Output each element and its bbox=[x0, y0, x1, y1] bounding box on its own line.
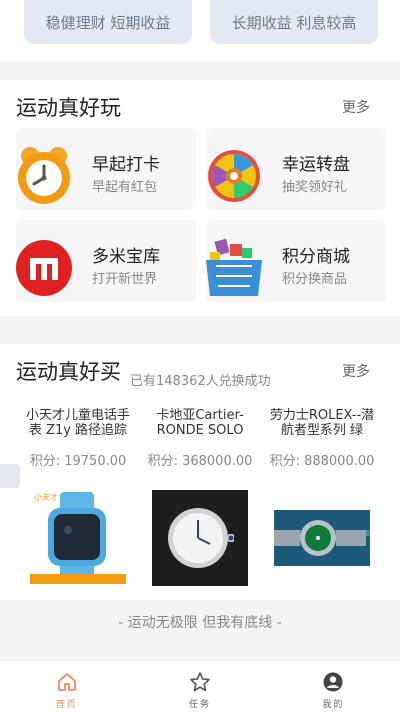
product-item[interactable]: 卡地亚Cartier-RONDE SOLO 积分: 368000.00 bbox=[144, 408, 256, 586]
alarm-clock-icon bbox=[18, 147, 70, 204]
treasure-logo-icon bbox=[16, 240, 72, 296]
product-name: 卡地亚Cartier-RONDE SOLO bbox=[156, 408, 244, 438]
card-title: 幸运转盘 bbox=[282, 155, 350, 175]
footer-slogan: - 运动无极限 但我有底线 - bbox=[118, 615, 282, 631]
product-name: 劳力士ROLEX--潜航者型系列 绿 bbox=[269, 408, 375, 438]
star-icon bbox=[190, 672, 210, 692]
card-title: 多米宝库 bbox=[92, 247, 160, 267]
play-section: 运动真好玩 更多 早起打卡 早起有红包 幸运转盘 抽奖领好礼 多米宝库 打开新世… bbox=[0, 80, 400, 316]
card-subtitle: 早起有红包 bbox=[92, 180, 158, 195]
card-title: 早起打卡 bbox=[92, 155, 160, 175]
product-points: 积分: 888000.00 bbox=[269, 454, 375, 469]
card-title: 积分商城 bbox=[282, 247, 350, 267]
tab-home[interactable]: 首页 bbox=[0, 661, 133, 714]
kids-watch-image: 小天才 bbox=[30, 490, 126, 586]
finance-strip: 稳健理财 短期收益 长期收益 利息较高 bbox=[0, 0, 400, 62]
exchange-count: 已有148362人兑换成功 bbox=[130, 374, 271, 389]
play-section-title: 运动真好玩 bbox=[16, 96, 121, 120]
buy-section-title: 运动真好买 bbox=[16, 360, 121, 384]
profile-icon bbox=[323, 672, 343, 692]
gift-basket-icon bbox=[206, 238, 262, 296]
tab-label: 首页 bbox=[55, 700, 78, 710]
tab-label: 任务 bbox=[188, 700, 211, 710]
side-float-tab[interactable] bbox=[0, 464, 20, 488]
play-more-link[interactable]: 更多 bbox=[342, 97, 370, 117]
card-subtitle: 抽奖领好礼 bbox=[282, 180, 348, 195]
product-name: 小天才儿童电话手表 Z1y 路径追踪 bbox=[25, 408, 130, 438]
card-lucky-wheel[interactable]: 幸运转盘 抽奖领好礼 bbox=[206, 128, 386, 210]
tab-profile[interactable]: 我的 bbox=[267, 661, 400, 714]
rolex-watch-image bbox=[274, 490, 370, 586]
card-subtitle: 打开新世界 bbox=[92, 272, 158, 287]
home-icon bbox=[57, 673, 76, 691]
tab-label: 我的 bbox=[322, 700, 345, 710]
finance-card-longterm[interactable]: 长期收益 利息较高 bbox=[210, 0, 378, 44]
tab-tasks[interactable]: 任务 bbox=[133, 661, 266, 714]
product-points: 积分: 19750.00 bbox=[29, 454, 127, 469]
finance-card-stable[interactable]: 稳健理财 短期收益 bbox=[24, 0, 192, 44]
card-morning-checkin[interactable]: 早起打卡 早起有红包 bbox=[16, 128, 196, 210]
svg-text:小天才: 小天才 bbox=[34, 492, 58, 502]
card-points-mall[interactable]: 积分商城 积分换商品 bbox=[206, 220, 386, 302]
product-item[interactable]: 劳力士ROLEX--潜航者型系列 绿 积分: 888000.00 bbox=[266, 408, 378, 586]
cartier-watch-image bbox=[152, 490, 248, 586]
bottom-tabbar: 首页 任务 我的 bbox=[0, 660, 400, 714]
card-subtitle: 积分换商品 bbox=[282, 272, 348, 287]
buy-section: 运动真好买 已有148362人兑换成功 更多 小天才儿童电话手表 Z1y 路径追… bbox=[0, 344, 400, 600]
card-treasure[interactable]: 多米宝库 打开新世界 bbox=[16, 220, 196, 302]
buy-more-link[interactable]: 更多 bbox=[342, 361, 370, 381]
lucky-wheel-icon bbox=[208, 150, 260, 202]
product-item[interactable]: 小天才儿童电话手表 Z1y 路径追踪 积分: 19750.00 小天才 bbox=[22, 408, 134, 586]
product-points: 积分: 368000.00 bbox=[147, 454, 253, 469]
